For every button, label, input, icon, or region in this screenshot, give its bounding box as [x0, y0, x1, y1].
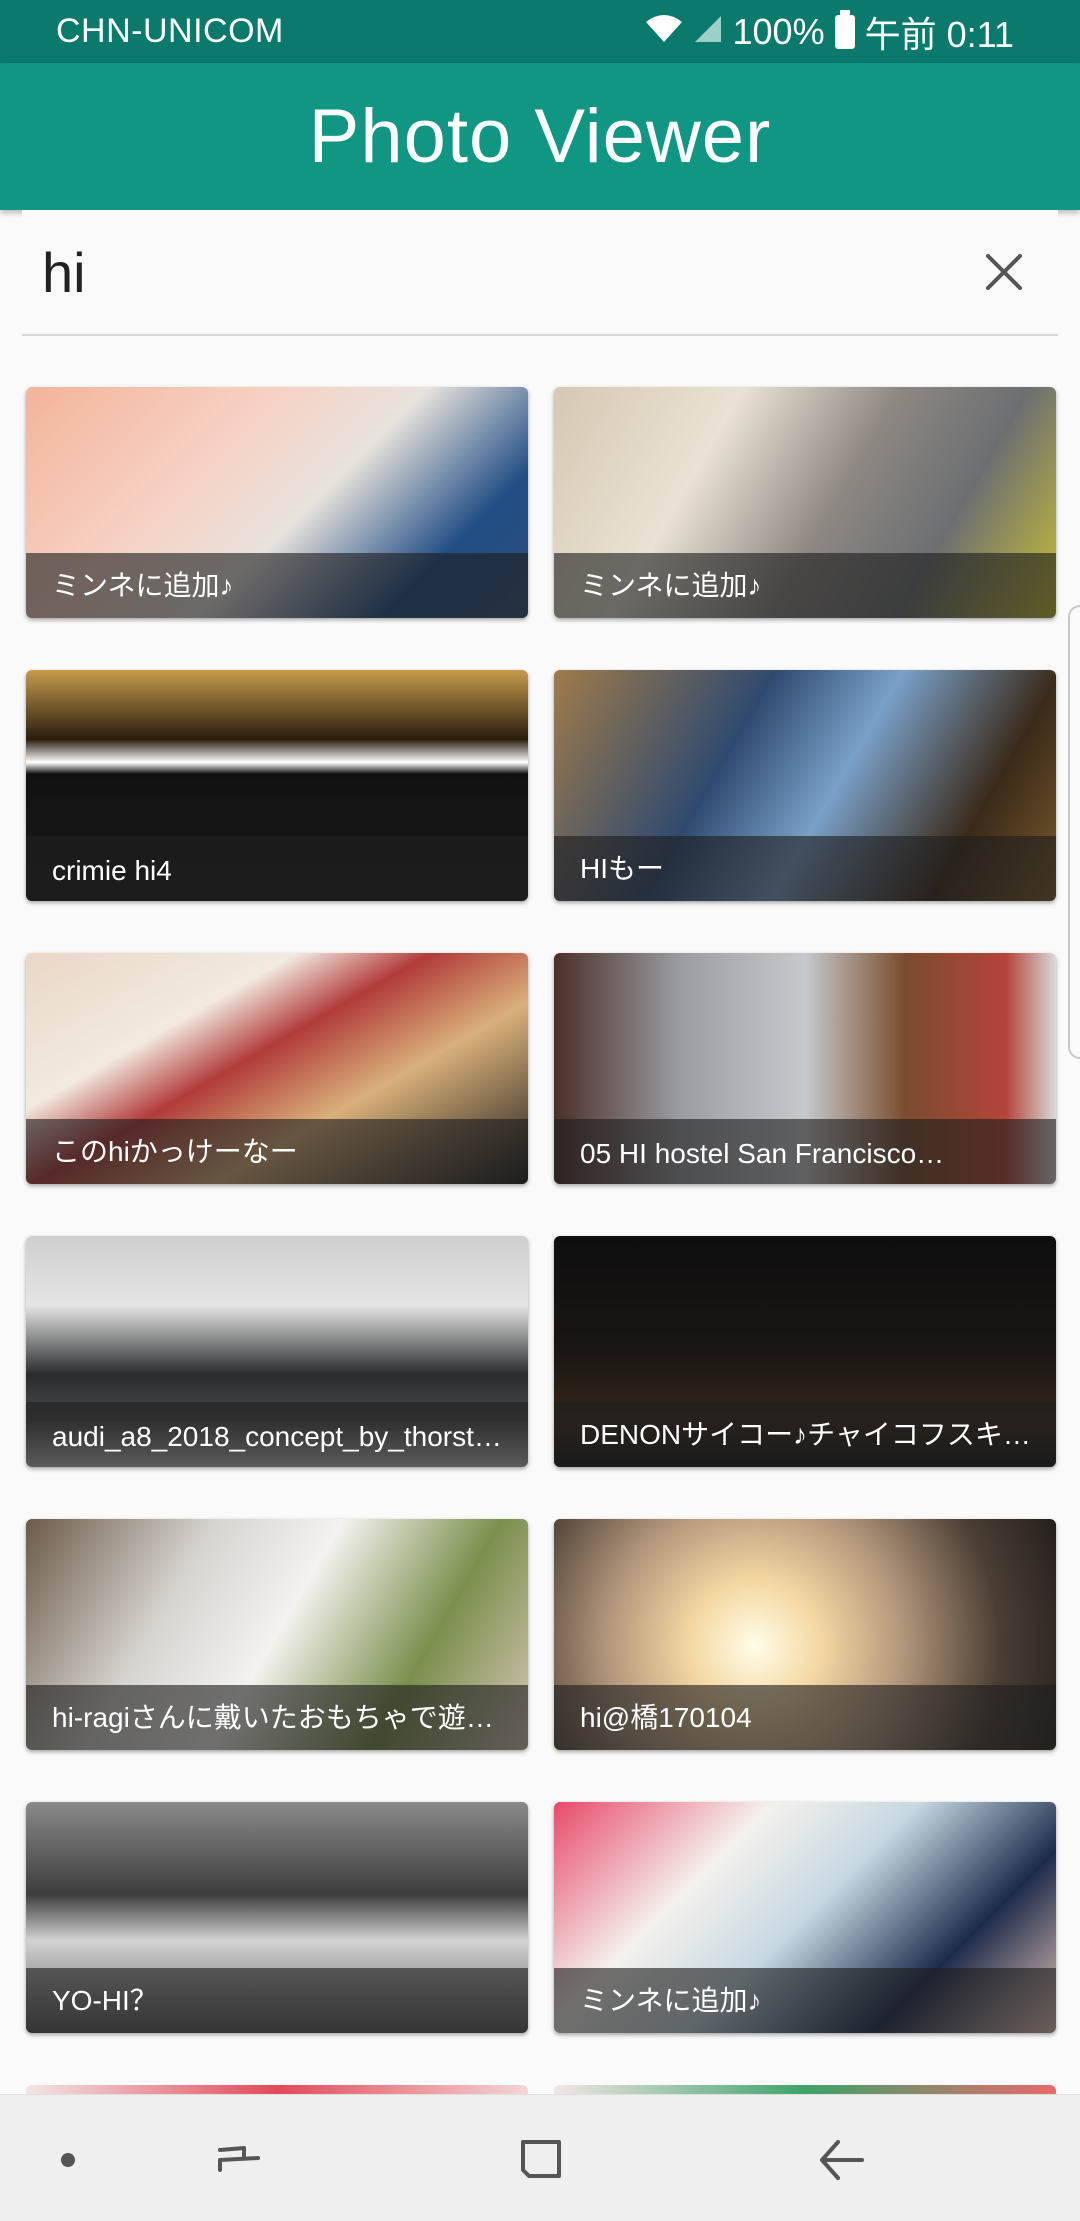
app-title: Photo Viewer — [308, 94, 772, 179]
photo-card[interactable]: ミンネに追加♪ — [554, 387, 1056, 618]
photo-caption: ミンネに追加♪ — [580, 1985, 762, 2016]
photo-card[interactable]: 05 HI hostel San Francisco… — [554, 953, 1056, 1184]
search-bar — [22, 210, 1058, 336]
status-bar: CHN-UNICOM 100% 午前 0:11 — [0, 0, 1080, 63]
photo-card[interactable]: hi@橋170104 — [554, 1519, 1056, 1750]
photo-caption: YO-HI？ — [52, 1985, 158, 2016]
scrollbar-handle[interactable] — [1068, 605, 1080, 1059]
clear-search-button[interactable] — [980, 248, 1028, 296]
battery-icon — [834, 10, 855, 49]
signal-icon — [693, 11, 723, 53]
navigation-bar — [0, 2094, 1080, 2221]
back-icon[interactable] — [812, 2130, 872, 2190]
photo-card[interactable]: crimie hi4 — [26, 670, 528, 901]
battery-percent: 100% — [732, 11, 825, 52]
home-icon[interactable] — [511, 2130, 571, 2190]
photo-card[interactable]: YO-HI？ — [26, 1802, 528, 2033]
recents-icon[interactable] — [210, 2130, 270, 2190]
photo-caption: hi@橋170104 — [580, 1702, 752, 1733]
photo-caption: audi_a8_2018_concept_by_thorsten… — [52, 1421, 510, 1452]
photo-card[interactable]: DENONサイコー♪チャイコフスキ… — [554, 1236, 1056, 1467]
photo-card[interactable]: audi_a8_2018_concept_by_thorsten… — [26, 1236, 528, 1467]
photo-caption: hi-ragiさんに戴いたおもちゃで遊ぶ… — [52, 1702, 510, 1733]
wifi-icon — [645, 11, 683, 53]
photo-card[interactable]: hi-ragiさんに戴いたおもちゃで遊ぶ… — [26, 1519, 528, 1750]
photo-card[interactable]: ミンネに追加♪ — [26, 387, 528, 618]
carrier-name: CHN-UNICOM — [56, 12, 284, 50]
search-input[interactable] — [40, 236, 944, 308]
photo-caption: ミンネに追加♪ — [52, 570, 234, 601]
photo-card[interactable]: HIもー — [554, 670, 1056, 901]
photo-caption: このhiかっけーなー — [52, 1136, 298, 1167]
photo-caption: ミンネに追加♪ — [580, 570, 762, 601]
photo-card[interactable]: このhiかっけーなー — [26, 953, 528, 1184]
photo-caption: 05 HI hostel San Francisco… — [580, 1138, 945, 1169]
app-bar: Photo Viewer — [0, 63, 1080, 210]
status-indicators: 100% 午前 0:11 — [645, 10, 1014, 55]
clock: 午前 0:11 — [864, 14, 1014, 55]
photo-caption: HIもー — [580, 853, 665, 884]
photo-caption: crimie hi4 — [52, 855, 172, 886]
close-icon — [986, 254, 1022, 290]
photo-card[interactable]: ミンネに追加♪ — [554, 1802, 1056, 2033]
photo-grid: ミンネに追加♪ ミンネに追加♪ crimie hi4 HIもー このhiかっけー… — [26, 387, 1056, 2033]
photo-caption: DENONサイコー♪チャイコフスキ… — [580, 1419, 1031, 1450]
dot-icon[interactable] — [38, 2130, 98, 2190]
